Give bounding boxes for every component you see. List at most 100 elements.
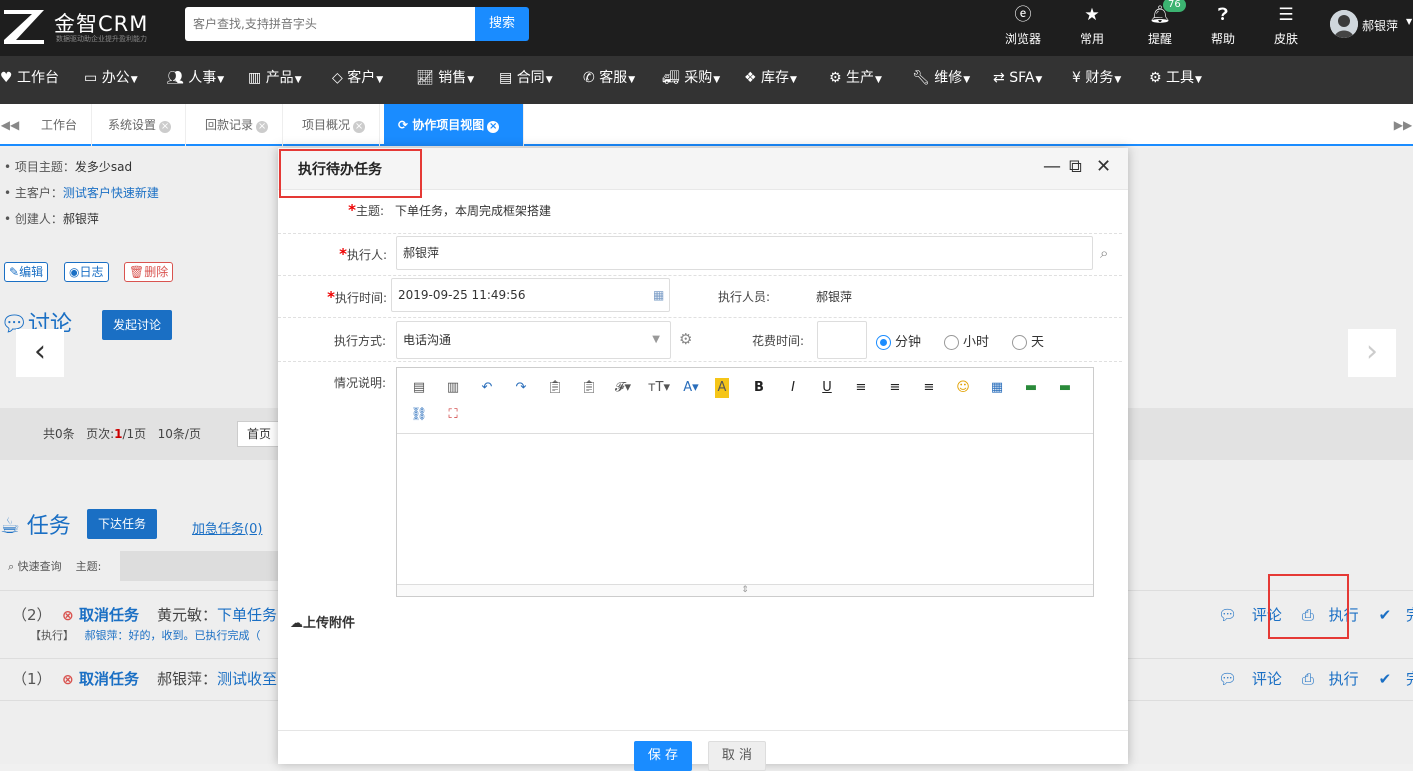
help-button[interactable]: ❓︎ 帮助 xyxy=(1198,4,1248,47)
highlight-color-icon[interactable]: A xyxy=(715,378,729,398)
nav-item-product[interactable]: ▥ 产品▼ xyxy=(248,56,302,104)
comment-button[interactable]: 💬︎ 评论 xyxy=(1218,670,1292,688)
fullscreen-icon[interactable]: ⛶ xyxy=(443,405,463,425)
close-icon[interactable]: × xyxy=(256,121,269,133)
tab-scroll-left-button[interactable]: ◀◀ xyxy=(0,104,20,146)
nav-item-service[interactable]: ✆ 客服▼ xyxy=(583,56,635,104)
close-icon[interactable]: × xyxy=(487,121,500,133)
nav-item-purchase[interactable]: 🚚︎ 采购▼ xyxy=(662,56,720,104)
paste-word-icon[interactable]: 📋︎ xyxy=(579,378,599,398)
tab-workbench[interactable]: 工作台 xyxy=(27,104,93,146)
font-family-icon[interactable]: 𝓕▾ xyxy=(613,378,633,398)
caret-down-icon: ▼ xyxy=(376,75,384,85)
maximize-button[interactable]: ⧉ xyxy=(1069,156,1082,177)
done-button[interactable]: ✔ 完成 xyxy=(1379,670,1413,688)
search-button[interactable]: 搜索 xyxy=(475,7,529,41)
calendar-icon[interactable]: ▦ xyxy=(653,288,664,302)
template-icon[interactable]: ▥ xyxy=(443,378,463,398)
paste-text-icon[interactable]: 📋︎ xyxy=(545,378,565,398)
execute-button[interactable]: ⎙ 执行 xyxy=(1302,670,1369,688)
insert-image-icon[interactable]: ▬ xyxy=(1021,378,1041,398)
close-icon[interactable]: × xyxy=(159,121,172,133)
close-dialog-button[interactable]: ✕ xyxy=(1096,156,1111,177)
table-icon[interactable]: ▦ xyxy=(987,378,1007,398)
urgent-task-link[interactable]: 加急任务(0) xyxy=(192,518,262,537)
main-customer-link[interactable]: 测试客户快速新建 xyxy=(63,186,159,200)
time-spent-input[interactable] xyxy=(817,321,867,359)
skin-button[interactable]: ☰ 皮肤 xyxy=(1261,4,1311,47)
favorites-button[interactable]: ★ 常用 xyxy=(1067,4,1117,47)
highlight-frame-execute xyxy=(1268,574,1349,639)
tab-collab-project-view[interactable]: ⟳ 协作项目视图 × xyxy=(384,104,524,146)
description-editor[interactable]: ▤ ▥ ↶ ↷ 📋︎ 📋︎ 𝓕▾ тT▾ A▾ A B I U ≡ ≡ ≡ ☺ … xyxy=(396,367,1094,597)
nav-item-workbench[interactable]: ♥ 工作台 xyxy=(0,56,59,104)
browser-button[interactable]: ⓔ 浏览器 xyxy=(998,4,1048,47)
editor-resize-handle[interactable]: ⇕ xyxy=(397,584,1093,596)
nav-item-customer[interactable]: ◇ 客户▼ xyxy=(332,56,383,104)
close-icon[interactable]: × xyxy=(353,121,366,133)
nav-item-repair[interactable]: 🔧︎ 维修▼ xyxy=(912,56,970,104)
subject-value: 下单任务，本周完成框架搭建 xyxy=(395,204,552,218)
delete-button[interactable]: 🗑︎删除 xyxy=(124,262,174,282)
prev-slide-button[interactable]: ‹ xyxy=(16,329,64,377)
nav-item-office[interactable]: ▭ 办公▼ xyxy=(84,56,138,104)
insert-file-icon[interactable]: ▬ xyxy=(1055,378,1075,398)
exec-time-input[interactable]: 2019-09-25 11:49:56 xyxy=(391,278,670,312)
cancel-task-link[interactable]: ⊗ 取消任务 xyxy=(62,604,139,625)
nav-item-contract[interactable]: ▤ 合同▼ xyxy=(499,56,553,104)
barcode-icon: ▥ xyxy=(248,70,266,86)
search-icon[interactable]: ⌕ xyxy=(1100,244,1108,262)
unit-hour-radio[interactable]: 小时 xyxy=(944,331,989,350)
caret-down-icon: ▼ xyxy=(467,75,475,85)
task-subject-link[interactable]: 下单任务 xyxy=(217,606,277,624)
unit-minute-radio[interactable]: 分钟 xyxy=(876,331,921,350)
nav-item-production[interactable]: ⚙ 生产▼ xyxy=(829,56,882,104)
cancel-task-link[interactable]: ⊗ 取消任务 xyxy=(62,668,139,689)
unit-day-radio[interactable]: 天 xyxy=(1012,331,1044,350)
emoticon-icon[interactable]: ☺ xyxy=(953,378,973,398)
first-page-button[interactable]: 首页 xyxy=(237,421,281,447)
start-discussion-button[interactable]: 发起讨论 xyxy=(102,310,172,340)
italic-icon[interactable]: I xyxy=(783,378,803,398)
align-center-icon[interactable]: ≡ xyxy=(885,378,905,398)
tab-payment-records[interactable]: 回款记录 × xyxy=(191,104,284,146)
align-left-icon[interactable]: ≡ xyxy=(851,378,871,398)
minimize-icon: — xyxy=(1043,156,1061,177)
nav-item-finance[interactable]: ¥ 财务▼ xyxy=(1072,56,1121,104)
minimize-button[interactable]: — xyxy=(1043,156,1061,177)
assign-task-button[interactable]: 下达任务 xyxy=(87,509,157,539)
nav-item-inventory[interactable]: ❖ 库存▼ xyxy=(744,56,797,104)
tab-scroll-right-button[interactable]: ▶▶ xyxy=(1393,104,1413,146)
next-slide-button[interactable]: › xyxy=(1348,329,1396,377)
source-icon[interactable]: ▤ xyxy=(409,378,429,398)
save-button[interactable]: 保 存 xyxy=(634,741,692,771)
align-right-icon[interactable]: ≡ xyxy=(919,378,939,398)
exec-method-select[interactable]: 电话沟通 ▼ xyxy=(396,321,671,359)
upload-attachment[interactable]: ☁上传附件 xyxy=(290,612,355,631)
done-button[interactable]: ✔ 完成 xyxy=(1379,606,1413,624)
edit-button[interactable]: ✎编辑 xyxy=(4,262,49,282)
nav-item-sfa[interactable]: ⇄ SFA▼ xyxy=(993,56,1042,104)
execute-task-dialog: 执行待办任务 — ⧉ ✕ *主题: 下单任务，本周完成框架搭建 *执行人: 郝银… xyxy=(278,148,1128,771)
font-color-icon[interactable]: A▾ xyxy=(681,378,701,398)
font-size-icon[interactable]: тT▾ xyxy=(647,378,671,398)
nav-item-tools[interactable]: ⚙ 工具▼ xyxy=(1149,56,1202,104)
bold-icon[interactable]: B xyxy=(749,378,769,398)
cancel-button[interactable]: 取 消 xyxy=(708,741,766,771)
log-button[interactable]: ◉日志 xyxy=(64,262,109,282)
executor-input[interactable]: 郝银萍 xyxy=(396,236,1093,270)
logo[interactable]: 金智CRM 数据驱动助企业提升盈利能力 xyxy=(0,4,180,50)
redo-icon[interactable]: ↷ xyxy=(511,378,531,398)
tab-project-overview[interactable]: 项目概况 × xyxy=(288,104,381,146)
nav-item-hr[interactable]: 👥︎ 人事▼ xyxy=(166,56,224,104)
subject-search-input[interactable] xyxy=(120,551,280,581)
link-icon[interactable]: ⛓︎ xyxy=(409,405,429,425)
undo-icon[interactable]: ↶ xyxy=(477,378,497,398)
gear-icon[interactable]: ⚙ xyxy=(679,330,692,348)
tab-system-settings[interactable]: 系统设置 × xyxy=(94,104,187,146)
nav-item-sales[interactable]: 📈︎ 销售▼ xyxy=(416,56,474,104)
customer-search-input[interactable] xyxy=(185,7,475,41)
underline-icon[interactable]: U xyxy=(817,378,837,398)
task-subject-link[interactable]: 测试收至 xyxy=(217,670,277,688)
reminder-button[interactable]: 🔔︎ 76 提醒 xyxy=(1135,0,1186,47)
